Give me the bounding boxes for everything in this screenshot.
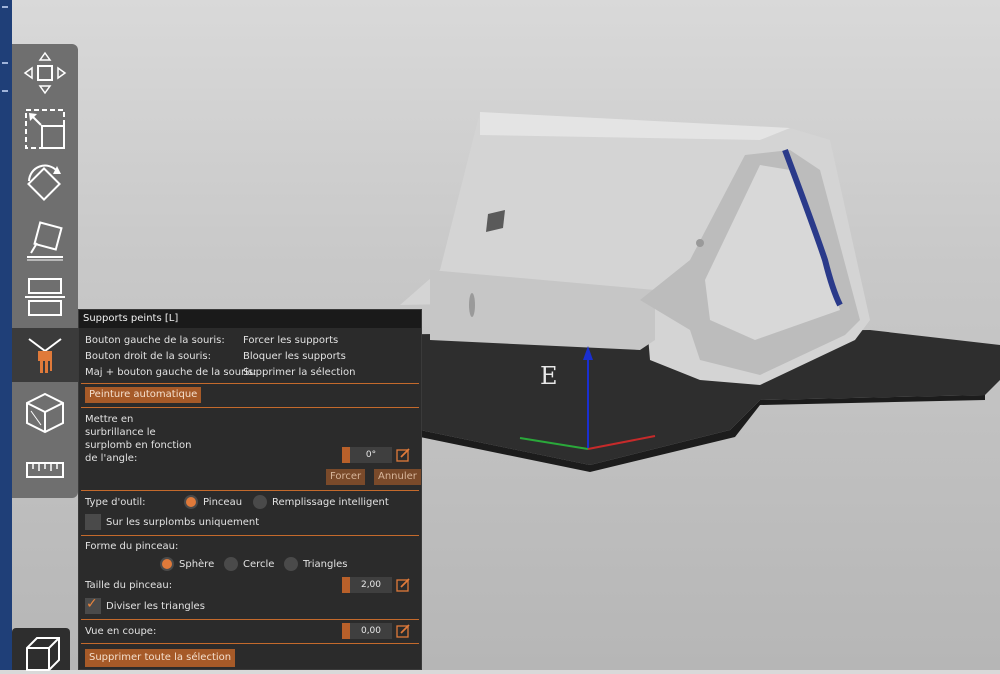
divider xyxy=(81,383,419,384)
scale-icon xyxy=(25,109,65,149)
triangles-label: Triangles xyxy=(303,559,348,570)
overhangs-only-checkbox[interactable] xyxy=(85,514,101,530)
angle-label-line1: Mettre en xyxy=(85,414,134,425)
rotate-icon xyxy=(27,164,61,201)
sphere-label: Sphère xyxy=(179,559,215,570)
angle-label-line2: surbrillance le xyxy=(85,427,156,438)
measure-tool[interactable] xyxy=(12,444,78,498)
smart-fill-radio[interactable] xyxy=(253,495,267,509)
divider xyxy=(81,407,419,408)
edit-cut-view-icon[interactable] xyxy=(396,624,410,638)
angle-label-line3: surplomb en fonction xyxy=(85,440,192,451)
angle-input[interactable]: 0° xyxy=(342,447,392,463)
circle-label: Cercle xyxy=(243,559,275,570)
split-triangles-checkbox[interactable] xyxy=(85,596,101,614)
cut-view-label: Vue en coupe: xyxy=(85,626,157,637)
triangles-radio[interactable] xyxy=(284,557,298,571)
support-paint-tool[interactable] xyxy=(12,328,78,382)
cut-tool[interactable] xyxy=(12,270,78,324)
cancel-button[interactable]: Annuler xyxy=(374,469,421,485)
scale-tool[interactable] xyxy=(12,102,78,156)
place-on-face-tool[interactable] xyxy=(12,214,78,268)
brush-shape-label: Forme du pinceau: xyxy=(85,541,179,552)
tool-type-label: Type d'outil: xyxy=(85,497,146,508)
brush-size-input[interactable]: 2,00 xyxy=(342,577,392,593)
move-tool[interactable] xyxy=(12,46,78,100)
seam-paint-icon xyxy=(26,392,64,434)
clear-all-button[interactable]: Supprimer toute la sélection xyxy=(85,649,236,667)
shift-click-action: Supprimer la sélection xyxy=(243,367,356,378)
smart-fill-label: Remplissage intelligent xyxy=(272,497,389,508)
sphere-radio[interactable] xyxy=(160,557,174,571)
divider xyxy=(81,643,419,644)
auto-paint-button[interactable]: Peinture automatique xyxy=(85,387,202,403)
angle-label-line4: de l'angle: xyxy=(85,453,138,464)
svg-text:E: E xyxy=(540,362,558,390)
left-click-key: Bouton gauche de la souris: xyxy=(85,335,225,346)
shift-click-key: Maj + bouton gauche de la souris: xyxy=(85,367,257,378)
cut-view-input[interactable]: 0,00 xyxy=(342,623,392,639)
edit-brush-size-icon[interactable] xyxy=(396,578,410,592)
measure-icon xyxy=(26,462,64,478)
seam-paint-tool[interactable] xyxy=(12,386,78,440)
left-click-action: Forcer les supports xyxy=(243,335,339,346)
right-click-key: Bouton droit de la souris: xyxy=(85,351,212,362)
panel-title: Supports peints [L] xyxy=(79,310,421,328)
brush-radio-label: Pinceau xyxy=(203,497,243,508)
divider xyxy=(81,535,419,536)
divider xyxy=(81,619,419,620)
place-on-face-icon xyxy=(27,221,63,261)
edit-angle-icon[interactable] xyxy=(396,448,410,462)
divider xyxy=(81,490,419,491)
cube-icon xyxy=(26,637,60,671)
brush-size-label: Taille du pinceau: xyxy=(85,580,173,591)
split-triangles-label: Diviser les triangles xyxy=(106,601,205,612)
right-click-action: Bloquer les supports xyxy=(243,351,346,362)
view-cube-button[interactable] xyxy=(12,628,70,671)
overhangs-only-label: Sur les surplombs uniquement xyxy=(106,517,260,528)
cut-icon xyxy=(25,278,65,316)
brush-radio[interactable] xyxy=(184,495,198,509)
circle-radio[interactable] xyxy=(224,557,238,571)
rotate-tool[interactable] xyxy=(12,158,78,212)
force-button[interactable]: Forcer xyxy=(326,469,366,485)
support-paint-icon xyxy=(28,338,62,373)
move-icon xyxy=(23,51,67,95)
support-paint-panel: Supports peints [L] Bouton gauche de la … xyxy=(78,309,422,670)
gizmo-toolbar xyxy=(12,44,78,498)
